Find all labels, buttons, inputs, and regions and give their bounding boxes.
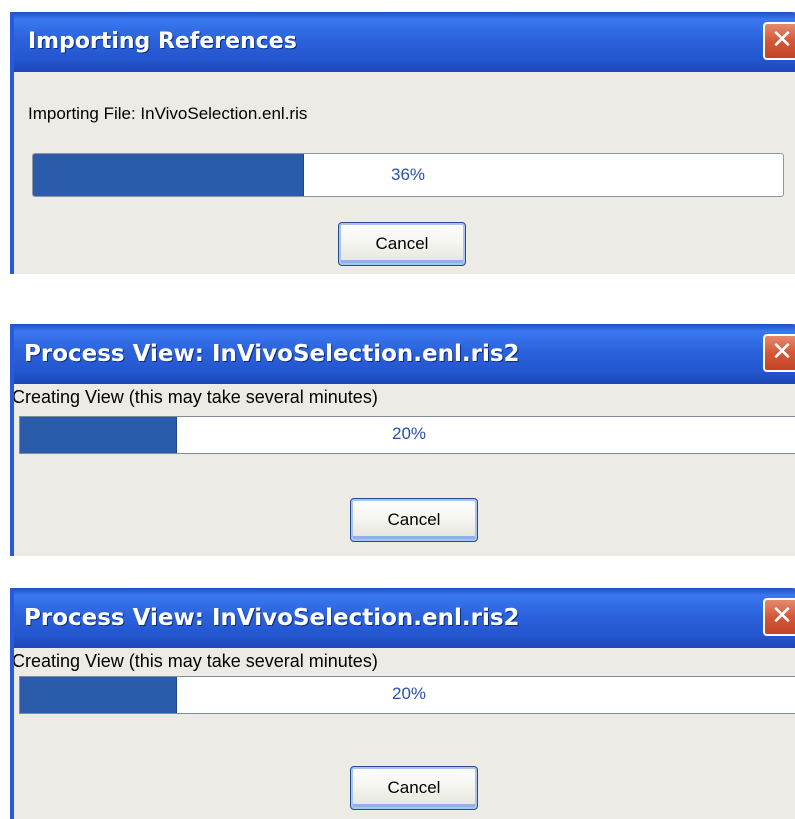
progress-bar: 20%	[19, 416, 795, 454]
status-message: Creating View (this may take several min…	[12, 387, 378, 407]
progress-label: 20%	[391, 424, 427, 443]
dialog-title: Importing References	[28, 29, 297, 54]
import-references-dialog: Importing References ✕ Importing File: I…	[10, 12, 795, 274]
status-message: Importing File: InVivoSelection.enl.ris	[28, 104, 308, 123]
cancel-button[interactable]: Cancel	[350, 498, 478, 542]
close-icon[interactable]: ✕	[763, 22, 795, 60]
close-icon[interactable]: ✕	[763, 334, 795, 372]
progress-bar: 36%	[32, 153, 784, 197]
status-message: Creating View (this may take several min…	[12, 651, 378, 671]
dialog-title: Process View: InVivoSelection.enl.ris2	[24, 341, 520, 367]
cancel-button[interactable]: Cancel	[338, 222, 466, 266]
progress-bar: 20%	[19, 676, 795, 714]
progress-label: 36%	[390, 165, 426, 184]
progress-label: 20%	[391, 684, 427, 703]
cancel-button[interactable]: Cancel	[350, 766, 478, 810]
title-bar[interactable]: Importing References ✕	[14, 12, 795, 72]
process-view-dialog: Process View: InVivoSelection.enl.ris2 ✕…	[10, 588, 795, 819]
title-bar[interactable]: Process View: InVivoSelection.enl.ris2 ✕	[14, 324, 795, 384]
process-view-dialog: Process View: InVivoSelection.enl.ris2 ✕…	[10, 324, 795, 556]
close-icon[interactable]: ✕	[763, 598, 795, 636]
dialog-title: Process View: InVivoSelection.enl.ris2	[24, 605, 520, 631]
title-bar[interactable]: Process View: InVivoSelection.enl.ris2 ✕	[14, 588, 795, 648]
